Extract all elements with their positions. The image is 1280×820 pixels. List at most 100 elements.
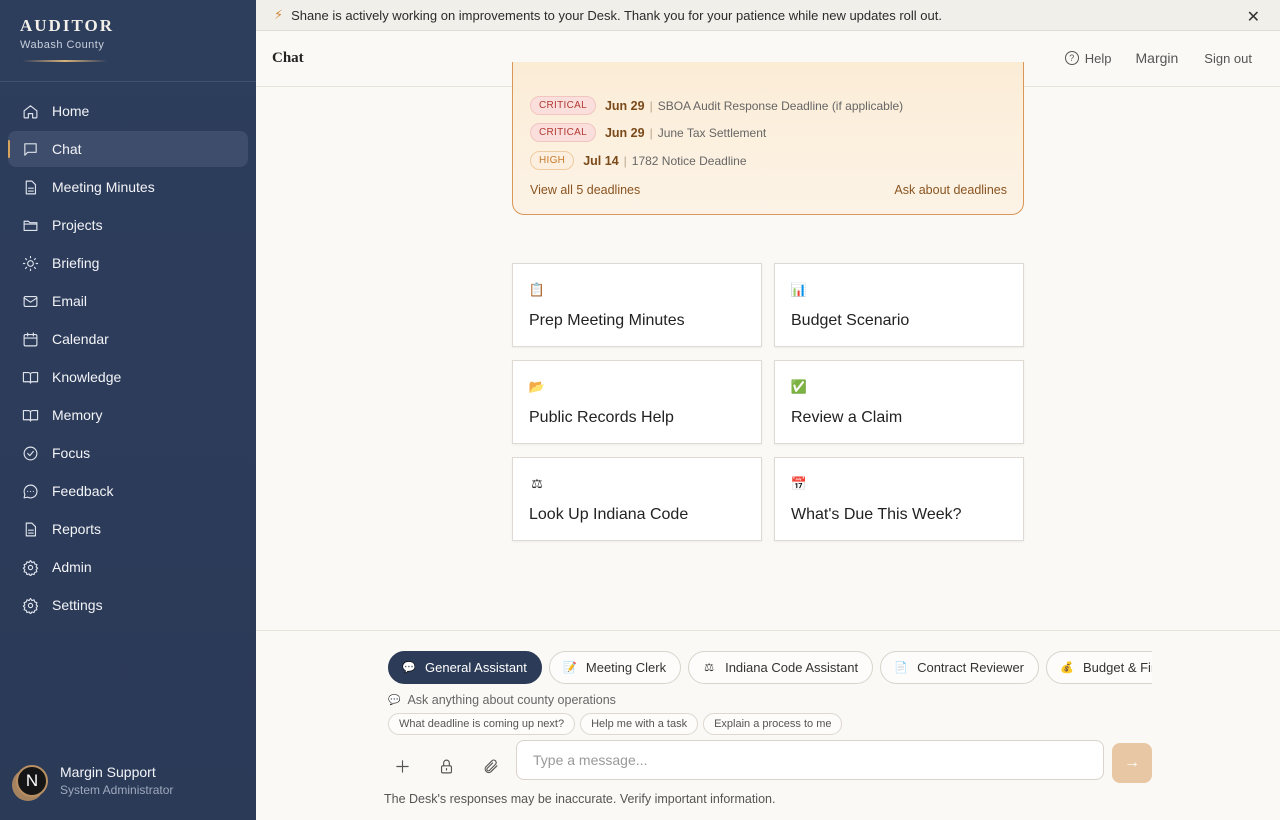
user-name: Margin Support — [60, 764, 156, 780]
assistant-label: Indiana Code Assistant — [725, 660, 859, 675]
quick-action-public-records-help[interactable]: 📂 Public Records Help — [512, 360, 762, 444]
document-icon — [21, 520, 39, 538]
banner-text: Shane is actively working on improvement… — [291, 7, 942, 23]
assistant-hint: 💬 Ask anything about county operations — [388, 693, 616, 707]
quick-action-label: Review a Claim — [791, 409, 903, 426]
deadline-date: Jul 14 — [583, 153, 619, 168]
view-all-deadlines-link[interactable]: View all 5 deadlines — [530, 183, 640, 197]
suggestion-chip[interactable]: Explain a process to me — [703, 713, 843, 735]
sidebar-item-settings[interactable]: Settings — [8, 587, 248, 623]
brand[interactable]: AUDITOR Wabash County — [20, 16, 114, 51]
sidebar-item-home[interactable]: Home — [8, 93, 248, 129]
brand-divider — [22, 60, 108, 62]
help-link[interactable]: ? Help — [1064, 51, 1112, 66]
sidebar-item-memory[interactable]: Memory — [8, 397, 248, 433]
announcement-banner: ⚡ Shane is actively working on improveme… — [256, 0, 1280, 31]
avatar: N — [16, 764, 48, 797]
message-input[interactable] — [516, 740, 1104, 780]
deadline-title: 1782 Notice Deadline — [631, 153, 747, 168]
deadline-row[interactable]: CRITICAL Jun 29 | June Tax Settlement — [530, 123, 766, 142]
sidebar-item-label: Briefing — [52, 255, 100, 271]
assistant-hint-text: Ask anything about county operations — [407, 693, 616, 707]
quick-action-prep-meeting-minutes[interactable]: 📋 Prep Meeting Minutes — [512, 263, 762, 347]
sidebar-item-chat[interactable]: Chat — [8, 131, 248, 167]
suggestion-chip[interactable]: What deadline is coming up next? — [388, 713, 576, 735]
deadline-date: Jun 29 — [604, 125, 645, 140]
sidebar-item-label: Home — [52, 103, 90, 119]
quick-action-whats-due-this-week[interactable]: 📅 What's Due This Week? — [774, 457, 1024, 541]
sidebar: AUDITOR Wabash County Home Chat Meeting … — [0, 0, 256, 820]
sidebar-item-label: Knowledge — [52, 369, 122, 385]
message-dots-icon — [21, 482, 39, 500]
quick-action-label: Look Up Indiana Code — [529, 506, 689, 523]
folder-icon — [21, 216, 39, 234]
book-icon — [21, 406, 39, 424]
assistant-selector: 💬 General Assistant 📝 Meeting Clerk ⚖ In… — [388, 651, 1152, 685]
sidebar-nav: Home Chat Meeting Minutes Projects Brief… — [8, 93, 248, 625]
deadline-separator: | — [623, 153, 627, 168]
user-role: System Administrator — [60, 783, 174, 797]
sidebar-divider — [0, 81, 256, 82]
mail-icon — [21, 292, 39, 310]
lock-icon[interactable] — [436, 756, 456, 776]
page-title: Chat — [272, 50, 304, 66]
close-icon[interactable]: ✕ — [1247, 7, 1260, 27]
book-icon — [21, 368, 39, 386]
sidebar-item-label: Calendar — [52, 331, 109, 347]
deadline-separator: | — [649, 98, 653, 113]
plus-icon[interactable] — [392, 756, 412, 776]
assistant-chip-contract-reviewer[interactable]: 📄 Contract Reviewer — [880, 651, 1040, 684]
sidebar-item-label: Memory — [52, 407, 103, 423]
sidebar-item-feedback[interactable]: Feedback — [8, 473, 248, 509]
ask-about-deadlines-link[interactable]: Ask about deadlines — [894, 183, 1007, 197]
calendar-icon — [21, 330, 39, 348]
composer-divider — [256, 630, 1280, 631]
page-icon: 📄 — [894, 662, 908, 674]
assistant-chip-meeting-clerk[interactable]: 📝 Meeting Clerk — [548, 651, 682, 684]
sidebar-item-meeting-minutes[interactable]: Meeting Minutes — [8, 169, 248, 205]
sidebar-item-label: Focus — [52, 445, 91, 461]
suggestion-chip[interactable]: Help me with a task — [580, 713, 699, 735]
home-icon — [21, 102, 39, 120]
gear-icon — [21, 558, 39, 576]
quick-action-budget-scenario[interactable]: 📊 Budget Scenario — [774, 263, 1024, 347]
deadline-row[interactable]: HIGH Jul 14 | 1782 Notice Deadline — [530, 151, 747, 170]
speech-bubble-icon: 💬 — [402, 662, 416, 674]
scales-icon: ⚖ — [531, 476, 543, 491]
sidebar-item-label: Meeting Minutes — [52, 179, 155, 195]
deadline-row[interactable]: CRITICAL Jun 29 | SBOA Audit Response De… — [530, 96, 903, 115]
arrow-right-icon: → — [1124, 754, 1140, 771]
sidebar-item-briefing[interactable]: Briefing — [8, 245, 248, 281]
quick-action-label: What's Due This Week? — [791, 506, 962, 523]
quick-action-look-up-indiana-code[interactable]: ⚖ Look Up Indiana Code — [512, 457, 762, 541]
margin-link[interactable]: Margin — [1136, 50, 1179, 66]
deadline-separator: | — [649, 125, 653, 140]
deadline-title: June Tax Settlement — [657, 125, 767, 140]
assistant-chip-budget-finance[interactable]: 💰 Budget & Fina — [1046, 651, 1152, 684]
user-profile[interactable]: N Margin Support System Administrator — [16, 764, 173, 797]
paperclip-icon[interactable] — [480, 756, 500, 776]
sidebar-item-focus[interactable]: Focus — [8, 435, 248, 471]
sidebar-item-projects[interactable]: Projects — [8, 207, 248, 243]
sidebar-item-calendar[interactable]: Calendar — [8, 321, 248, 357]
memo-icon: 📝 — [563, 662, 577, 674]
sidebar-item-label: Email — [52, 293, 88, 309]
assistant-chip-indiana-code[interactable]: ⚖ Indiana Code Assistant — [688, 651, 874, 684]
suggestion-list: What deadline is coming up next? Help me… — [388, 713, 847, 735]
gear-icon — [21, 596, 39, 614]
sidebar-item-admin[interactable]: Admin — [8, 549, 248, 585]
sidebar-item-reports[interactable]: Reports — [8, 511, 248, 547]
send-button[interactable]: → — [1112, 743, 1152, 783]
check-box-icon: ✅ — [790, 379, 808, 394]
brand-title: AUDITOR — [20, 16, 114, 35]
assistant-chip-general[interactable]: 💬 General Assistant — [388, 651, 542, 684]
quick-action-review-a-claim[interactable]: ✅ Review a Claim — [774, 360, 1024, 444]
bar-chart-icon: 📊 — [790, 282, 808, 297]
priority-badge: HIGH — [530, 151, 575, 170]
sidebar-item-knowledge[interactable]: Knowledge — [8, 359, 248, 395]
sign-out-link[interactable]: Sign out — [1204, 51, 1252, 66]
deadlines-footer: View all 5 deadlines Ask about deadlines — [530, 183, 1007, 197]
clipboard-icon: 📋 — [528, 282, 546, 297]
quick-action-label: Public Records Help — [529, 409, 674, 426]
sidebar-item-email[interactable]: Email — [8, 283, 248, 319]
